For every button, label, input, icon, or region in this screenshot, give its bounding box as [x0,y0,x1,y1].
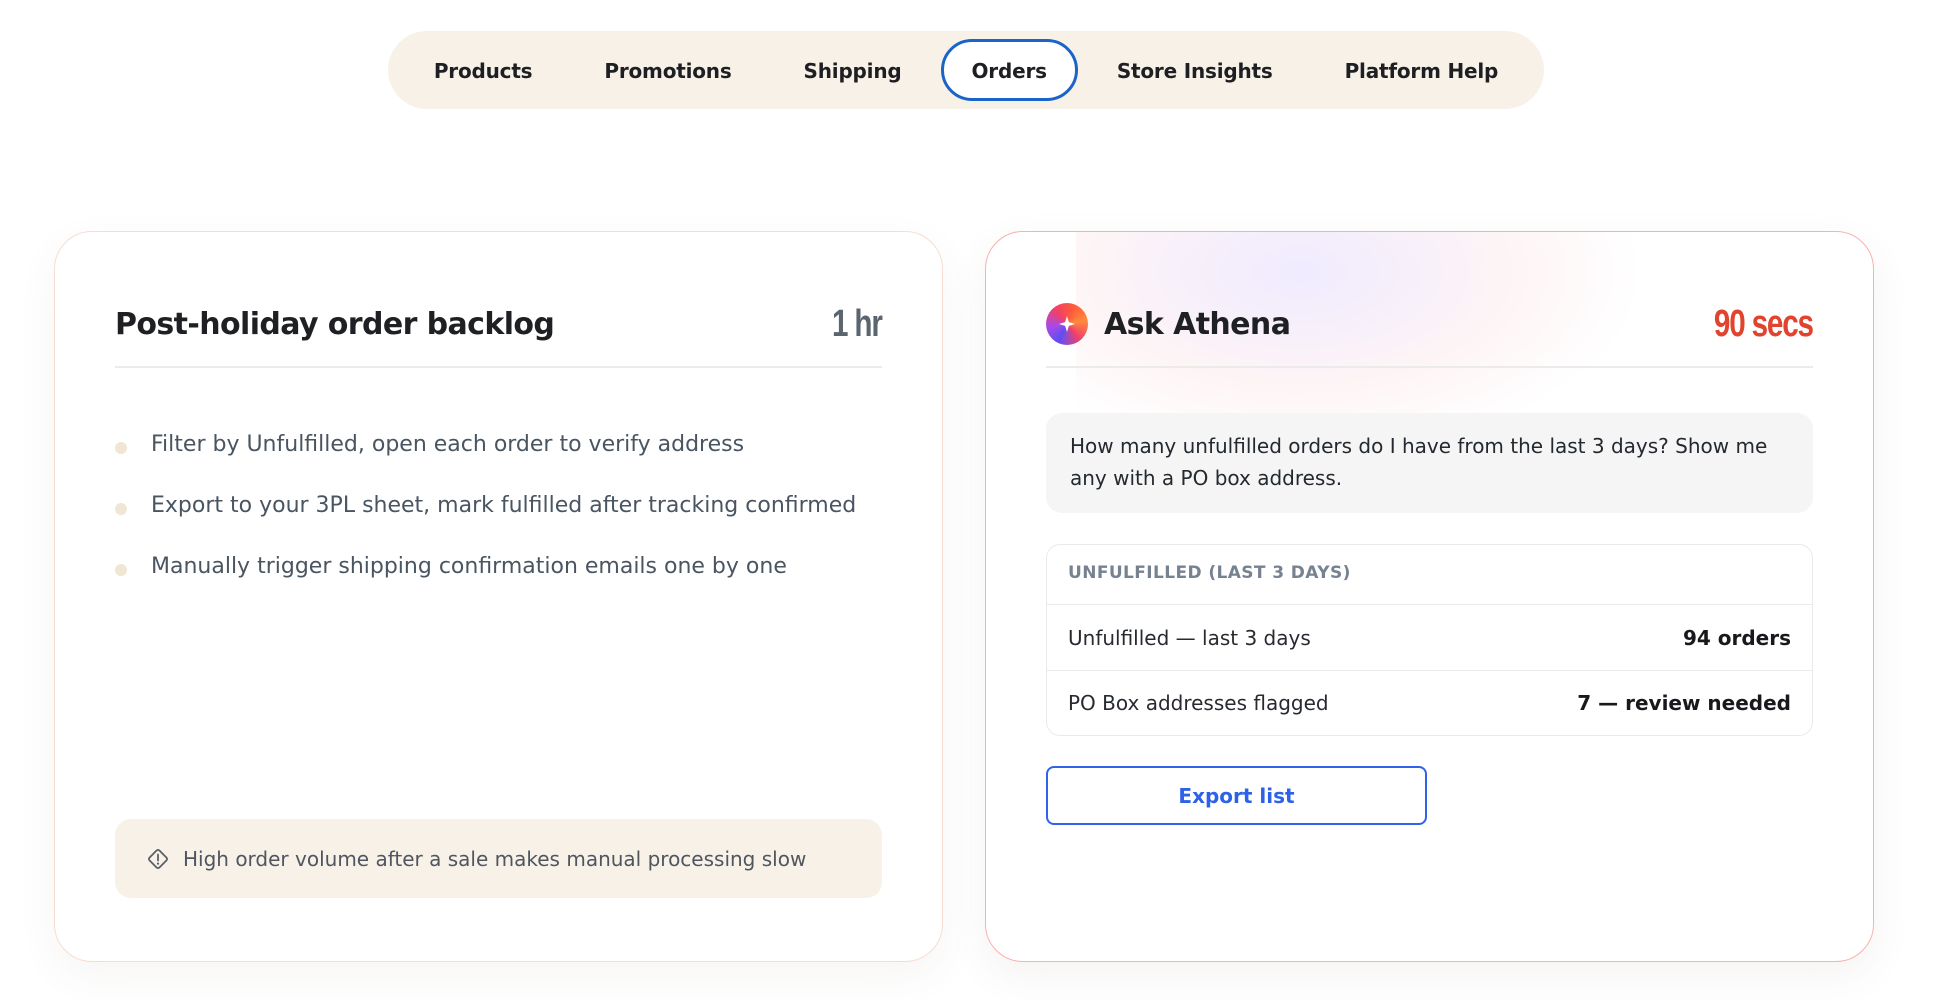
ai-title-row: Ask Athena [1046,303,1291,345]
list-item: Export to your 3PL sheet, mark fulfilled… [115,475,882,536]
ai-time-badge: 90 secs [1714,302,1814,345]
table-row: PO Box addresses flagged 7 — review need… [1047,670,1812,735]
nav-tab-products[interactable]: Products [401,39,566,101]
nav-tab-store-insights[interactable]: Store Insights [1084,39,1306,101]
row-label: PO Box addresses flagged [1068,691,1329,715]
step-text: Export to your 3PL sheet, mark fulfilled… [151,493,857,518]
step-text: Manually trigger shipping confirmation e… [151,554,787,579]
results-table: UNFULFILLED (LAST 3 DAYS) Unfulfilled — … [1046,544,1813,736]
nav-tab-shipping[interactable]: Shipping [771,39,935,101]
athena-star-icon [1046,303,1088,345]
manual-time-badge: 1 hr [832,302,883,345]
note-text: High order volume after a sale makes man… [183,846,807,871]
nav-tab-orders[interactable]: Orders [940,39,1078,101]
step-text: Filter by Unfulfilled, open each order t… [151,432,745,457]
ai-card-header: Ask Athena 90 secs [1046,292,1814,368]
list-item: Manually trigger shipping confirmation e… [115,536,882,597]
ai-assistant-card: Ask Athena 90 secs How many unfulfilled … [985,231,1874,962]
row-value: 7 — review needed [1577,691,1791,715]
bullet-dot-icon [115,441,127,454]
manual-steps-list: Filter by Unfulfilled, open each order t… [115,414,882,597]
warning-diamond-icon [145,846,171,872]
row-value: 94 orders [1682,625,1791,650]
manual-card-title: Post-holiday order backlog [115,306,555,342]
bullet-dot-icon [115,563,127,576]
manual-process-card: Post-holiday order backlog 1 hr Filter b… [54,231,943,962]
bullet-dot-icon [115,502,127,515]
manual-card-header: Post-holiday order backlog 1 hr [115,292,883,368]
top-nav-wrapper: Products Promotions Shipping Orders Stor… [0,31,1938,109]
pain-point-note: High order volume after a sale makes man… [115,819,882,898]
nav-tab-platform-help[interactable]: Platform Help [1312,39,1532,101]
ai-card-title: Ask Athena [1104,306,1291,342]
user-prompt-bubble: How many unfulfilled orders do I have fr… [1046,413,1813,513]
row-label: Unfulfilled — last 3 days [1068,625,1311,650]
results-table-header: UNFULFILLED (LAST 3 DAYS) [1047,545,1812,605]
nav-tab-promotions[interactable]: Promotions [571,39,764,101]
category-nav: Products Promotions Shipping Orders Stor… [387,31,1545,109]
list-item: Filter by Unfulfilled, open each order t… [115,414,882,475]
table-row: Unfulfilled — last 3 days 94 orders [1047,605,1812,670]
export-list-button[interactable]: Export list [1046,766,1427,825]
